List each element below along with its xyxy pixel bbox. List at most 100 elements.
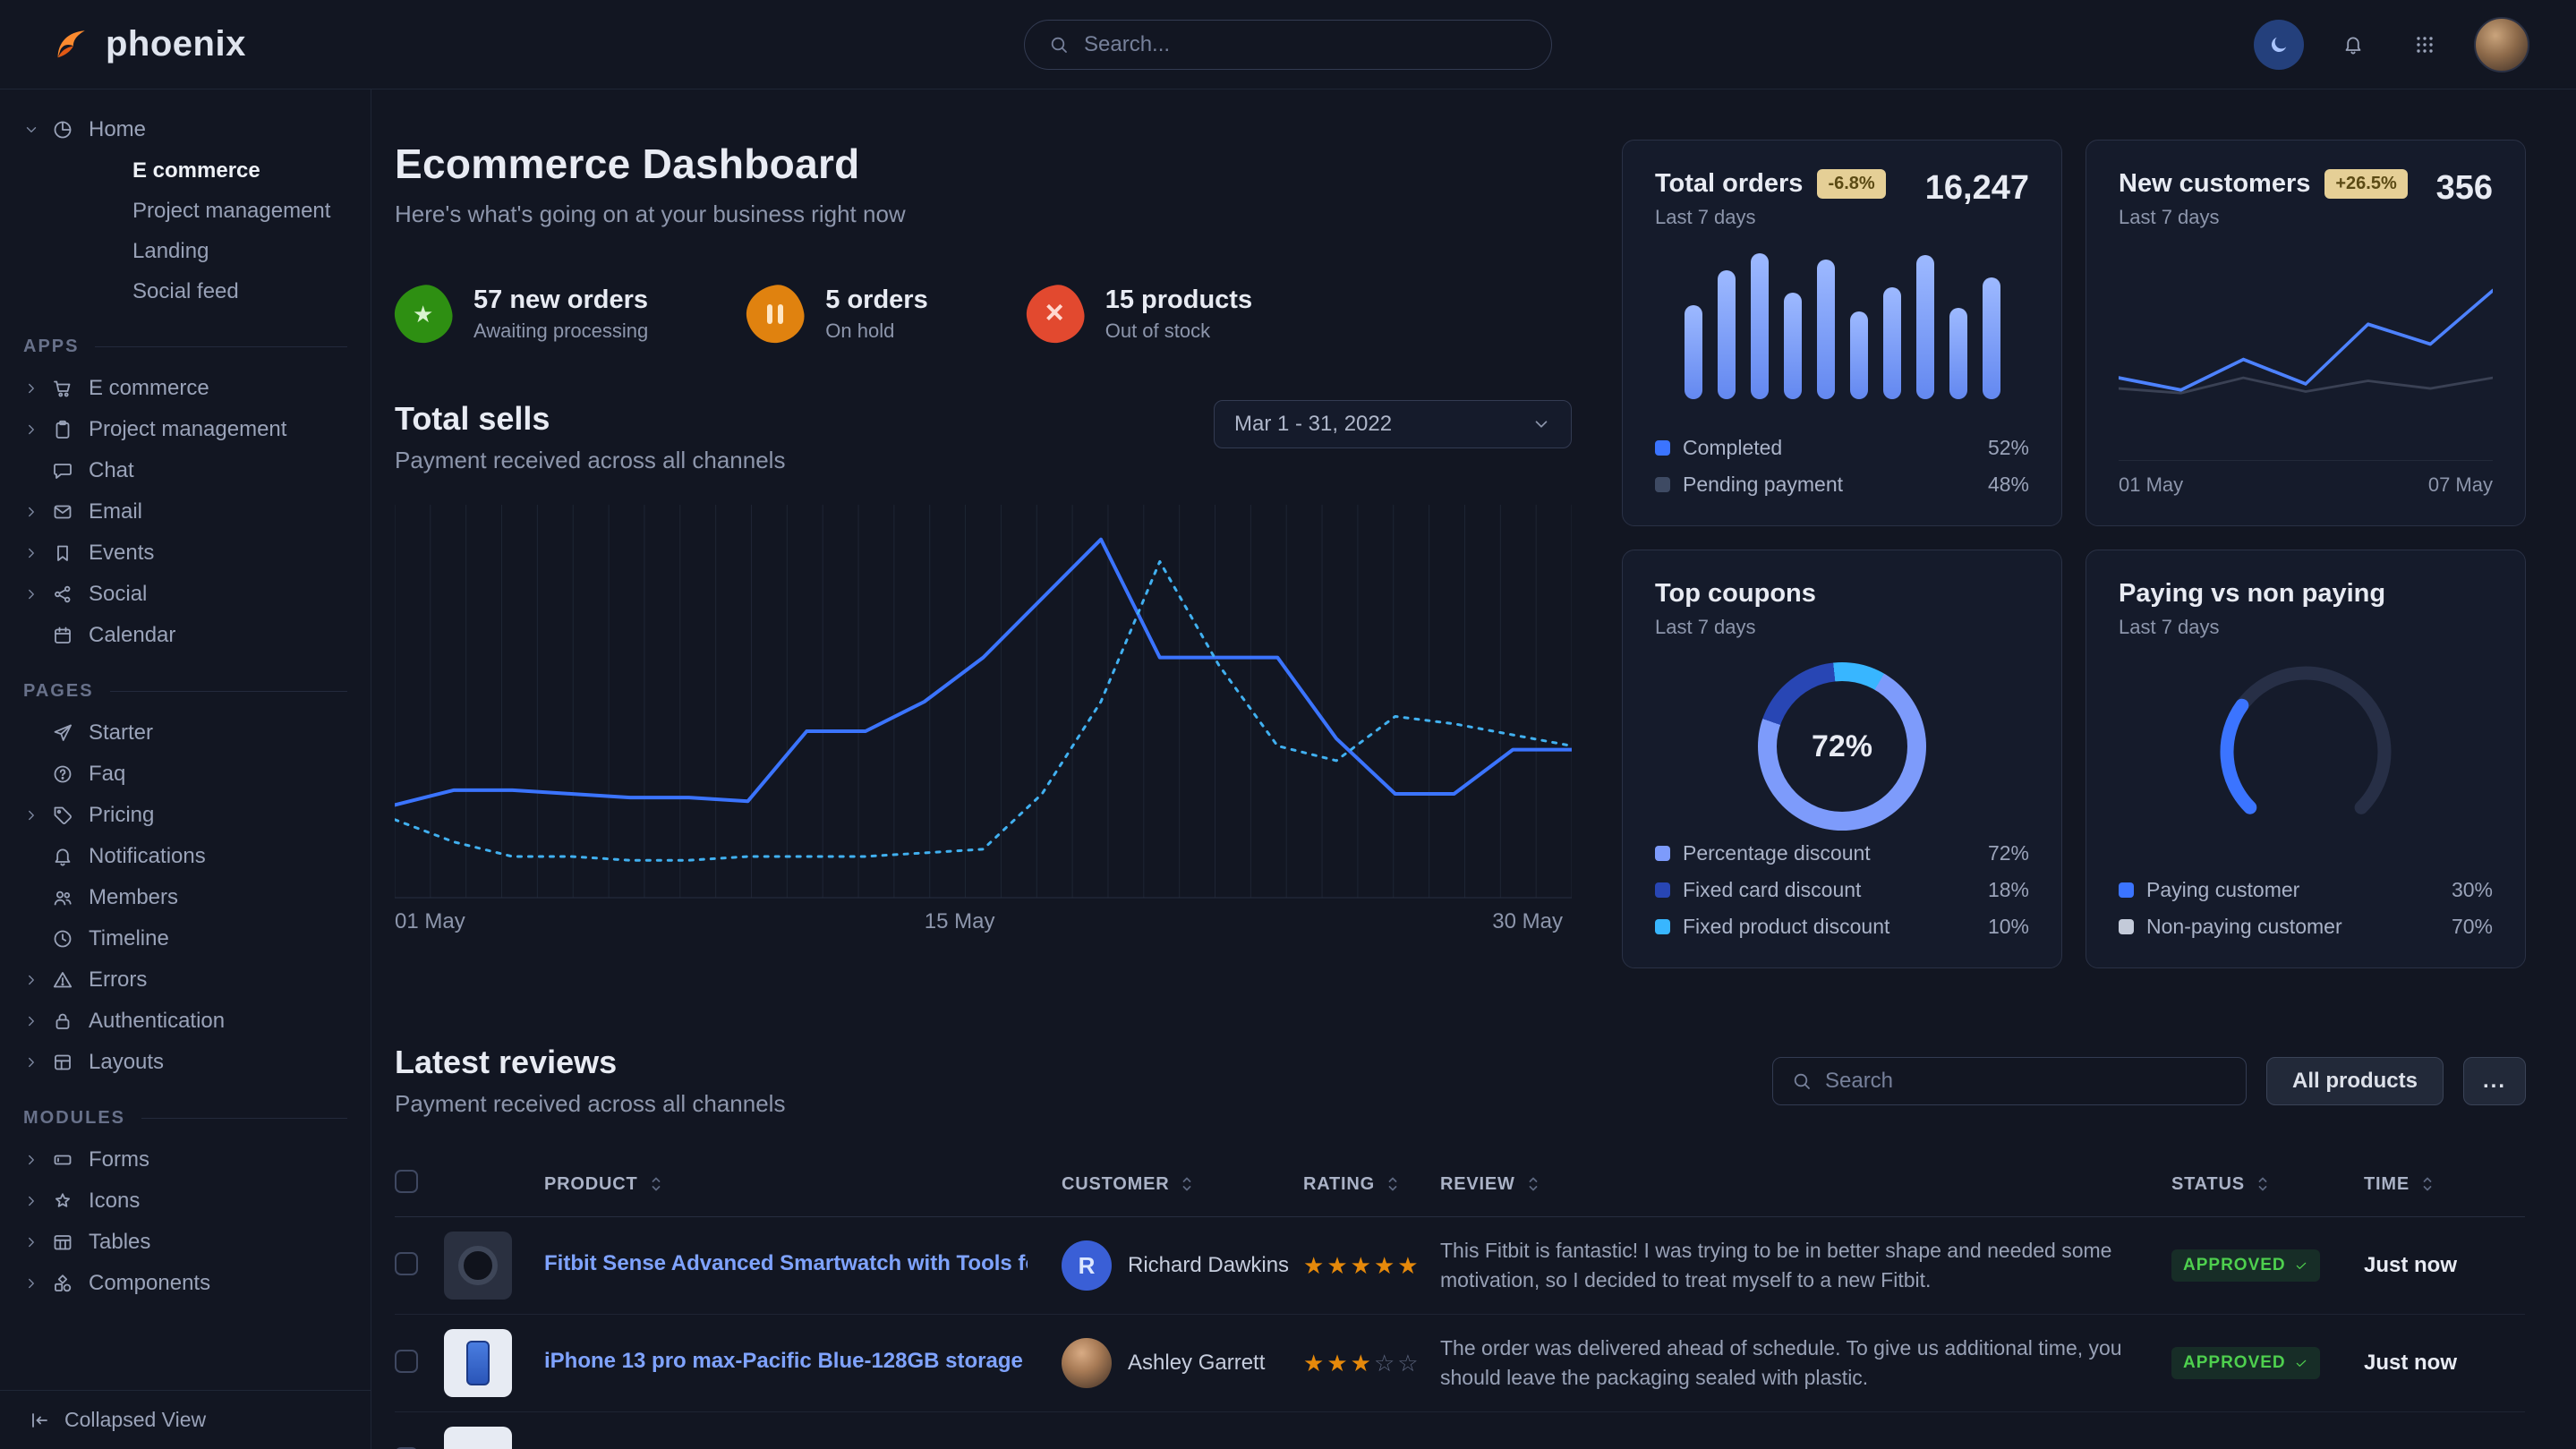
col-product[interactable]: PRODUCT bbox=[544, 1170, 1062, 1217]
rating-stars: ★★★☆☆ bbox=[1303, 1350, 1421, 1377]
card-period: Last 7 days bbox=[2119, 206, 2408, 229]
sidebar-item-home[interactable]: Home bbox=[23, 109, 347, 150]
collapse-icon bbox=[29, 1410, 50, 1431]
total-sells-title: Total sells bbox=[395, 400, 785, 438]
chevron-right-icon bbox=[23, 380, 39, 396]
phoenix-logo-icon bbox=[50, 24, 91, 65]
row-checkbox[interactable] bbox=[395, 1252, 418, 1275]
select-all-header bbox=[395, 1170, 444, 1217]
sidebar-item-icons[interactable]: Icons bbox=[23, 1181, 347, 1222]
customer-name: Ashley Garrett bbox=[1128, 1351, 1265, 1376]
legend-label: Completed bbox=[1683, 436, 1782, 460]
sidebar-item-layouts[interactable]: Layouts bbox=[23, 1042, 347, 1083]
brand[interactable]: phoenix bbox=[50, 24, 246, 65]
puzzle-icon bbox=[52, 1273, 73, 1294]
sidebar-item-email[interactable]: Email bbox=[23, 491, 347, 533]
chevron-right-icon bbox=[23, 586, 39, 602]
calendar-icon bbox=[52, 625, 73, 646]
question-icon bbox=[52, 763, 73, 785]
legend-item-pending-payment: Pending payment 48% bbox=[1655, 473, 2029, 497]
sidebar-item-authentication[interactable]: Authentication bbox=[23, 1001, 347, 1042]
review-row bbox=[395, 1412, 2525, 1449]
navbar-actions bbox=[2254, 17, 2529, 72]
sidebar-item-calendar[interactable]: Calendar bbox=[23, 615, 347, 656]
sort-icon bbox=[1382, 1173, 1403, 1195]
order-bar bbox=[1983, 277, 2000, 399]
search-icon bbox=[1791, 1070, 1813, 1092]
legend-label: Fixed product discount bbox=[1683, 915, 1889, 939]
brand-name: phoenix bbox=[106, 24, 246, 64]
legend-value: 10% bbox=[1988, 915, 2029, 939]
sidebar-item-label: Timeline bbox=[89, 926, 169, 951]
all-products-button[interactable]: All products bbox=[2266, 1057, 2444, 1105]
product-link[interactable]: iPhone 13 pro max-Pacific Blue-128GB sto… bbox=[544, 1349, 1028, 1374]
customer-cell: Ashley Garrett bbox=[1062, 1338, 1303, 1388]
trend-badge: +26.5% bbox=[2324, 169, 2407, 199]
legend-item-completed: Completed 52% bbox=[1655, 436, 2029, 460]
col-review[interactable]: REVIEW bbox=[1440, 1170, 2171, 1217]
notifications-button[interactable] bbox=[2331, 22, 2376, 67]
shapes-icon bbox=[52, 1190, 73, 1212]
sidebar-item-label: Tables bbox=[89, 1230, 150, 1255]
product-image bbox=[444, 1427, 512, 1449]
card-title: Total orders bbox=[1655, 169, 1803, 199]
sidebar-item-notifications[interactable]: Notifications bbox=[23, 836, 347, 877]
navbar-search-input[interactable] bbox=[1084, 32, 1528, 57]
sidebar-item-chat[interactable]: Chat bbox=[23, 450, 347, 491]
sidebar-item-errors[interactable]: Errors bbox=[23, 959, 347, 1001]
sidebar-item-label: E commerce bbox=[89, 376, 209, 401]
user-avatar[interactable] bbox=[2474, 17, 2529, 72]
sidebar-item-starter[interactable]: Starter bbox=[23, 712, 347, 754]
bell-icon bbox=[2342, 34, 2364, 55]
legend-value: 18% bbox=[1988, 878, 2029, 902]
navbar-search[interactable] bbox=[1024, 20, 1552, 70]
order-bar bbox=[1685, 305, 1702, 399]
sidebar-subitem-landing[interactable]: Landing bbox=[23, 231, 347, 271]
sidebar-subitem-project-management[interactable]: Project management bbox=[23, 191, 347, 231]
theme-toggle-button[interactable] bbox=[2254, 20, 2304, 70]
select-all-checkbox[interactable] bbox=[395, 1170, 418, 1193]
x-icon: × bbox=[1045, 296, 1064, 328]
col-time[interactable]: TIME bbox=[2364, 1170, 2525, 1217]
col-rating[interactable]: RATING bbox=[1303, 1170, 1440, 1217]
chevron-right-icon bbox=[23, 1054, 39, 1070]
col-customer[interactable]: CUSTOMER bbox=[1062, 1170, 1303, 1217]
sort-icon bbox=[1176, 1173, 1198, 1195]
column-label: CUSTOMER bbox=[1062, 1174, 1169, 1195]
collapse-sidebar-button[interactable]: Collapsed View bbox=[0, 1390, 371, 1449]
sidebar-item-social[interactable]: Social bbox=[23, 574, 347, 615]
reviews-search[interactable] bbox=[1772, 1057, 2247, 1105]
sidebar-item-pricing[interactable]: Pricing bbox=[23, 795, 347, 836]
legend-label: Paying customer bbox=[2146, 878, 2299, 902]
stat-blob: × bbox=[1022, 281, 1088, 347]
x-tick: 30 May bbox=[1492, 909, 1563, 934]
reviews-search-input[interactable] bbox=[1825, 1069, 2228, 1094]
donut-center-label: 72% bbox=[1758, 662, 1926, 831]
sidebar-item-tables[interactable]: Tables bbox=[23, 1222, 347, 1263]
users-icon bbox=[52, 887, 73, 908]
date-range-select[interactable]: Mar 1 - 31, 2022 bbox=[1214, 400, 1572, 448]
share-icon bbox=[52, 584, 73, 605]
legend-swatch bbox=[1655, 477, 1670, 492]
sidebar-item-project-management[interactable]: Project management bbox=[23, 409, 347, 450]
apps-grid-button[interactable] bbox=[2402, 22, 2447, 67]
sidebar-item-e-commerce[interactable]: E commerce bbox=[23, 368, 347, 409]
more-actions-button[interactable]: ... bbox=[2463, 1057, 2526, 1105]
product-link[interactable]: Fitbit Sense Advanced Smartwatch with To… bbox=[544, 1251, 1028, 1276]
sidebar-item-faq[interactable]: Faq bbox=[23, 754, 347, 795]
sidebar-item-components[interactable]: Components bbox=[23, 1263, 347, 1304]
sidebar-subitem-social-feed[interactable]: Social feed bbox=[23, 271, 347, 311]
card-period: Last 7 days bbox=[1655, 206, 1886, 229]
total-sells-subtitle: Payment received across all channels bbox=[395, 447, 785, 474]
bookmark-icon bbox=[52, 542, 73, 564]
sidebar-item-members[interactable]: Members bbox=[23, 877, 347, 918]
sidebar-subitem-e-commerce[interactable]: E commerce bbox=[23, 150, 347, 191]
stat-caption: Awaiting processing bbox=[473, 320, 648, 343]
column-label: REVIEW bbox=[1440, 1174, 1515, 1195]
row-checkbox[interactable] bbox=[395, 1350, 418, 1373]
sidebar-item-timeline[interactable]: Timeline bbox=[23, 918, 347, 959]
sidebar-item-forms[interactable]: Forms bbox=[23, 1139, 347, 1181]
sidebar: HomeE commerceProject managementLandingS… bbox=[0, 89, 371, 1449]
col-status[interactable]: STATUS bbox=[2171, 1170, 2364, 1217]
sidebar-item-events[interactable]: Events bbox=[23, 533, 347, 574]
